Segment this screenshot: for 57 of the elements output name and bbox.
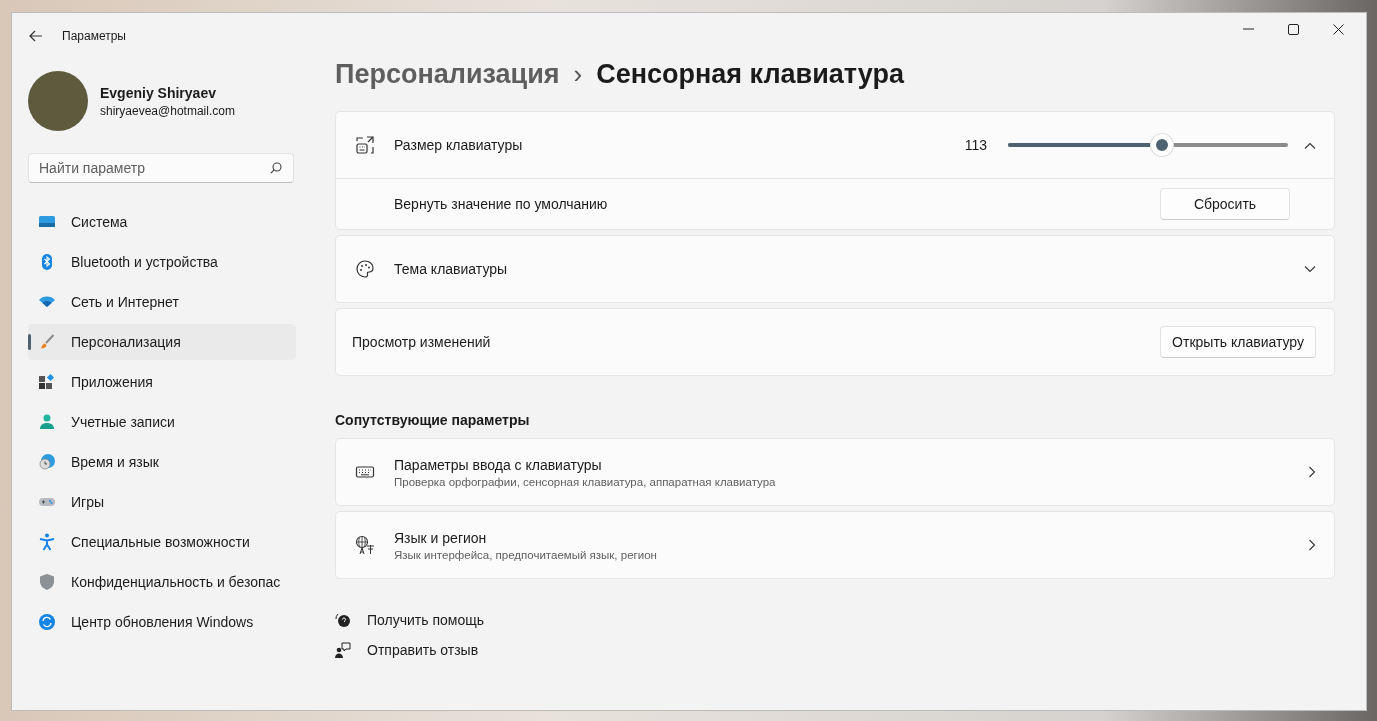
section-heading: Сопутствующие параметры xyxy=(335,412,531,428)
sidebar-item[interactable]: Конфиденциальность и безопас xyxy=(28,564,296,600)
brush-icon xyxy=(38,333,56,351)
back-arrow-icon[interactable] xyxy=(29,30,43,42)
feedback-icon xyxy=(335,642,351,658)
slider-value: 113 xyxy=(964,137,987,153)
related-description: Проверка орфографии, сенсорная клавиатура, аппаратная клавиатура xyxy=(394,475,776,488)
apps-icon xyxy=(38,373,56,391)
user-email: shiryaevea@hotmail.com xyxy=(100,103,235,118)
sidebar-item[interactable]: Приложения xyxy=(28,364,296,400)
sidebar-item[interactable]: Специальные возможности xyxy=(28,524,296,560)
page-title: Сенсорная клавиатура xyxy=(596,58,904,90)
shield-icon xyxy=(38,573,56,591)
related-setting-card[interactable]: Язык и регион Язык интерфейса, предпочитаемый язык, регион xyxy=(335,511,1335,579)
refresh-icon xyxy=(38,613,56,631)
person-icon xyxy=(38,413,56,431)
keyboard-resize-icon xyxy=(355,135,375,155)
sidebar-item[interactable]: Сеть и Интернет xyxy=(28,284,296,320)
avatar-placeholder[interactable] xyxy=(28,71,88,131)
related-title: Язык и регион xyxy=(394,529,488,546)
open-keyboard-button[interactable]: Открыть клавиатуру xyxy=(1160,326,1316,358)
sidebar-item[interactable]: Центр обновления Windows xyxy=(28,604,296,640)
slider-thumb[interactable] xyxy=(1151,134,1173,156)
reset-button[interactable]: Сбросить xyxy=(1160,188,1290,220)
footer-link[interactable]: Получить помощь xyxy=(367,612,484,628)
sidebar-item[interactable]: Время и язык xyxy=(28,444,296,480)
clock-globe-icon xyxy=(38,453,56,471)
sidebar-item[interactable]: Bluetooth и устройства xyxy=(28,244,296,280)
sidebar-item[interactable]: Система xyxy=(28,204,296,240)
setting-label: Размер клавиатуры xyxy=(394,137,523,153)
breadcrumb-separator: › xyxy=(573,58,583,90)
footer-link[interactable]: Отправить отзыв xyxy=(367,642,479,658)
chevron-right-icon xyxy=(1309,539,1316,551)
selection-indicator xyxy=(28,334,31,350)
palette-icon xyxy=(355,259,375,279)
related-title: Параметры ввода с клавиатуры xyxy=(394,456,603,473)
sidebar-item[interactable]: Игры xyxy=(28,484,296,520)
setting-label: Просмотр изменений xyxy=(352,334,491,350)
search-icon[interactable] xyxy=(270,162,282,174)
search-field[interactable]: Найти параметр xyxy=(28,153,294,183)
help-icon xyxy=(335,612,351,628)
language-icon xyxy=(355,535,375,555)
close-icon[interactable] xyxy=(1333,23,1344,35)
chevron-icon[interactable] xyxy=(1304,265,1316,273)
breadcrumb-parent[interactable]: Персонализация xyxy=(335,58,560,90)
window-title: Параметры xyxy=(62,29,126,43)
sidebar-item[interactable]: Персонализация xyxy=(28,324,296,360)
setting-label: Вернуть значение по умолчанию xyxy=(394,196,608,212)
sidebar-item[interactable]: Учетные записи xyxy=(28,404,296,440)
related-setting-card[interactable]: Параметры ввода с клавиатуры Проверка орфографии, сенсорная клавиатура, аппаратная клавиатура xyxy=(335,438,1335,506)
setting-label: Тема клавиатуры xyxy=(394,261,508,277)
related-description: Язык интерфейса, предпочитаемый язык, регион xyxy=(394,548,657,561)
chevron-icon[interactable] xyxy=(1304,141,1316,149)
maximize-icon[interactable] xyxy=(1288,23,1299,35)
accessibility-icon xyxy=(38,533,56,551)
chevron-right-icon xyxy=(1309,466,1316,478)
user-name: Evgeniy Shiryaev xyxy=(100,84,217,101)
